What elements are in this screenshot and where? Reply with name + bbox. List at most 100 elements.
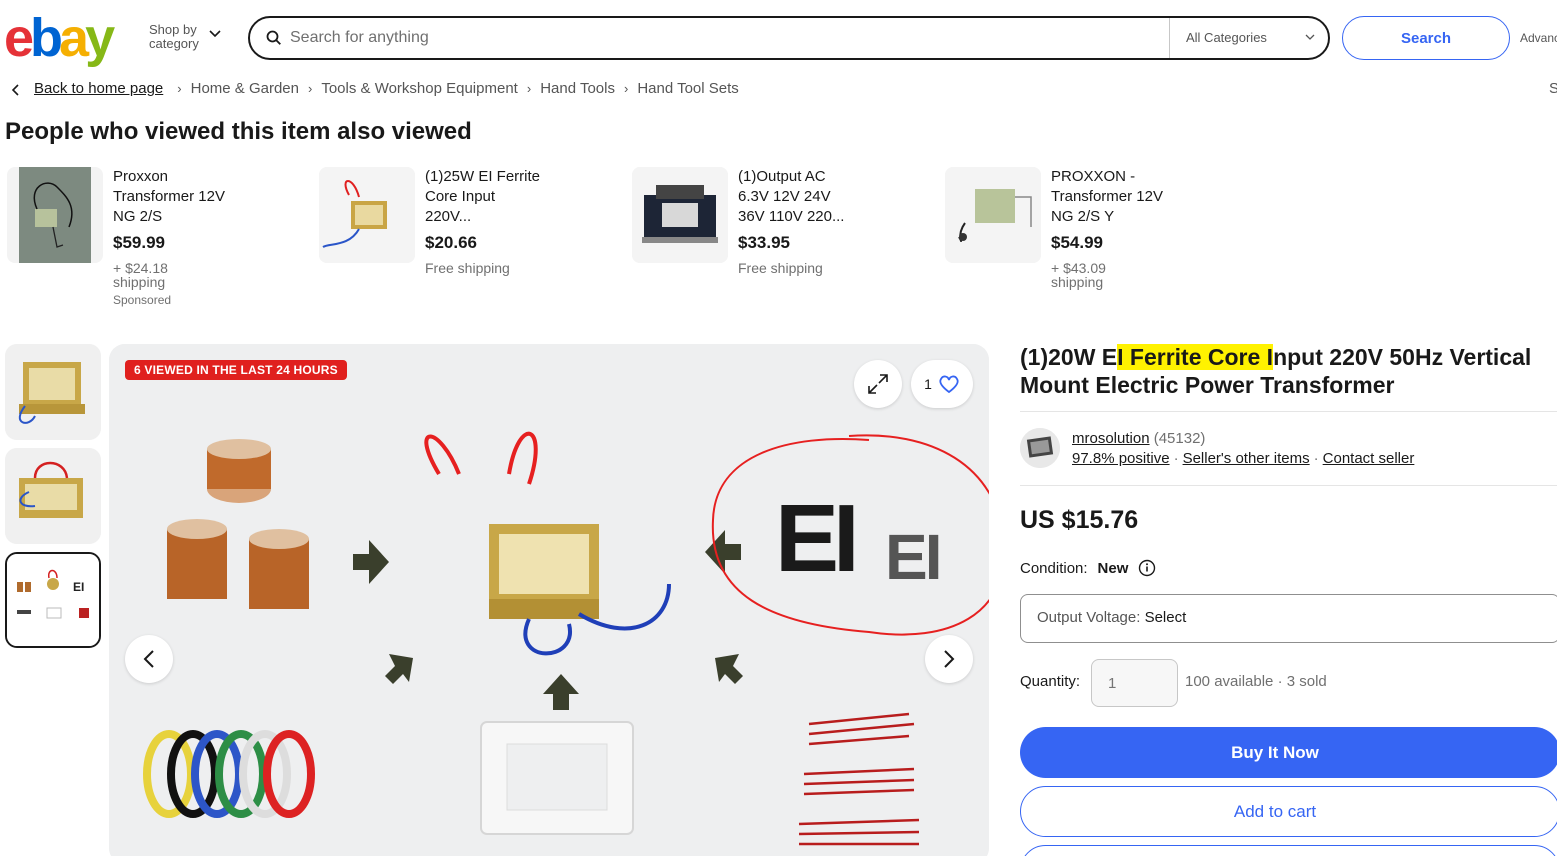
shop-by-line1: Shop by <box>149 22 197 37</box>
breadcrumb-item[interactable]: Home & Garden <box>191 80 299 97</box>
product-price: $33.95 <box>738 233 790 252</box>
product-thumbnail[interactable] <box>7 167 103 263</box>
thumbnail-ei-text: EI <box>73 580 85 594</box>
item-price: US $15.76 <box>1020 506 1139 534</box>
product-title[interactable]: (1)Output AC 6.3V 12V 24V 36V 110V 220..… <box>738 167 858 227</box>
search-icon <box>266 30 281 45</box>
seller-info: mrosolution (45132) <box>1072 430 1205 447</box>
watch-count: 1 <box>924 376 932 392</box>
add-to-watchlist-button[interactable] <box>1020 845 1557 856</box>
ebay-logo[interactable]: ebay <box>4 11 115 65</box>
product-price: $59.99 <box>113 233 165 252</box>
seller-positive-link[interactable]: 97.8% positive <box>1072 450 1170 467</box>
title-highlight: I Ferrite Core I <box>1117 344 1274 370</box>
product-thumbnail[interactable] <box>632 167 728 263</box>
breadcrumb: Back to home page › Home & Garden › Tool… <box>34 80 739 97</box>
chevron-down-icon[interactable] <box>1305 34 1315 40</box>
breadcrumb-separator: › <box>623 81 629 96</box>
available-count: 100 available <box>1185 673 1274 690</box>
breadcrumb-separator: › <box>308 81 313 96</box>
search-bar: All Categories <box>248 16 1330 60</box>
search-input[interactable] <box>290 18 1160 58</box>
quantity-label: Quantity: <box>1020 673 1081 690</box>
advanced-search-link[interactable]: Advanced <box>1520 31 1557 45</box>
product-thumbnail[interactable] <box>945 167 1041 263</box>
logo-letter: a <box>59 8 89 68</box>
seller-feedback-count: (45132) <box>1153 430 1206 447</box>
search-divider <box>1169 18 1170 58</box>
breadcrumb-item[interactable]: Tools & Workshop Equipment <box>321 80 518 97</box>
divider <box>1020 411 1557 412</box>
back-to-home-link[interactable]: Back to home page <box>34 80 163 97</box>
product-title[interactable]: PROXXON - Transformer 12V NG 2/S Y <box>1051 167 1171 227</box>
shipping-line: shipping <box>113 274 166 290</box>
share-link-partial[interactable]: S <box>1549 80 1557 97</box>
contact-seller-link[interactable]: Contact seller <box>1323 450 1415 467</box>
product-thumbnail[interactable] <box>319 167 415 263</box>
product-shipping: Free shipping <box>425 261 545 275</box>
logo-letter: b <box>30 8 63 68</box>
seller-name-link[interactable]: mrosolution <box>1072 430 1150 447</box>
also-viewed-card[interactable]: PROXXON - Transformer 12V NG 2/S Y $54.9… <box>945 167 1245 307</box>
also-viewed-card[interactable]: Proxxon Transformer 12V NG 2/S $59.99 + … <box>7 167 307 307</box>
seller-avatar[interactable] <box>1020 428 1060 468</box>
also-viewed-card[interactable]: (1)25W EI Ferrite Core Input 220V... $20… <box>319 167 619 307</box>
condition-value: New <box>1097 559 1129 577</box>
gallery-thumbnail-active[interactable]: EI <box>5 552 101 648</box>
watch-button[interactable]: 1 <box>911 360 973 408</box>
gallery-thumbnail[interactable] <box>5 344 101 440</box>
breadcrumb-item[interactable]: Hand Tools <box>540 80 615 97</box>
shipping-line: Free shipping <box>738 260 823 276</box>
shop-by-line2: category <box>149 36 199 51</box>
product-shipping: + $43.09 shipping <box>1051 261 1171 289</box>
availability-text: 100 available · 3 sold <box>1185 673 1327 690</box>
expand-button[interactable] <box>854 360 902 408</box>
chevron-down-icon[interactable] <box>209 30 221 38</box>
condition-row: Condition: New <box>1020 559 1156 577</box>
also-viewed-heading: People who viewed this item also viewed <box>5 118 472 145</box>
separator-dot: · <box>1173 450 1179 467</box>
variant-value: Select <box>1144 609 1187 626</box>
logo-letter: y <box>85 8 115 68</box>
logo-letter: e <box>4 8 34 68</box>
divider <box>1020 485 1557 486</box>
title-part: (1)20W E <box>1020 344 1118 370</box>
expand-icon <box>868 374 888 394</box>
chevron-left-icon <box>143 650 154 668</box>
quantity-input[interactable] <box>1091 659 1178 707</box>
seller-other-items-link[interactable]: Seller's other items <box>1183 450 1310 467</box>
shipping-line: + $43.09 <box>1051 260 1106 276</box>
also-viewed-card[interactable]: (1)Output AC 6.3V 12V 24V 36V 110V 220..… <box>632 167 932 307</box>
breadcrumb-separator: › <box>177 81 182 96</box>
shipping-line: shipping <box>1051 274 1104 290</box>
category-select[interactable]: All Categories <box>1186 30 1267 45</box>
main-product-image[interactable]: EI EI <box>109 344 989 856</box>
add-to-cart-button[interactable]: Add to cart <box>1020 786 1557 837</box>
product-title[interactable]: Proxxon Transformer 12V NG 2/S <box>113 167 233 227</box>
product-title[interactable]: (1)25W EI Ferrite Core Input 220V... <box>425 167 545 227</box>
shipping-line: Free shipping <box>425 260 510 276</box>
next-image-button[interactable] <box>925 635 973 683</box>
previous-image-button[interactable] <box>125 635 173 683</box>
viewed-badge: 6 VIEWED IN THE LAST 24 HOURS <box>125 360 347 380</box>
product-price: $20.66 <box>425 233 477 252</box>
sold-count: 3 sold <box>1286 673 1327 690</box>
shipping-line: + $24.18 <box>113 260 168 276</box>
product-shipping: Free shipping <box>738 261 858 275</box>
seller-links: 97.8% positive · Seller's other items · Cont… <box>1072 450 1414 467</box>
breadcrumb-item[interactable]: Hand Tool Sets <box>637 80 738 97</box>
chevron-left-icon[interactable] <box>8 83 24 97</box>
info-icon[interactable] <box>1138 559 1156 577</box>
search-button[interactable]: Search <box>1342 16 1510 60</box>
separator-dot: · <box>1313 450 1319 467</box>
sponsored-label: Sponsored <box>113 293 172 307</box>
buy-it-now-button[interactable]: Buy It Now <box>1020 727 1557 778</box>
product-shipping: + $24.18 shipping <box>113 261 233 289</box>
output-voltage-select[interactable]: Output Voltage: Select <box>1020 594 1557 643</box>
item-title: (1)20W EI Ferrite Core Input 220V 50Hz V… <box>1020 343 1550 399</box>
gallery-thumbnail[interactable] <box>5 448 101 544</box>
product-price: $54.99 <box>1051 233 1103 252</box>
condition-label: Condition: <box>1020 559 1088 577</box>
ei-core-large: EI <box>775 485 860 592</box>
shop-by-category[interactable]: Shop by category <box>149 23 199 51</box>
